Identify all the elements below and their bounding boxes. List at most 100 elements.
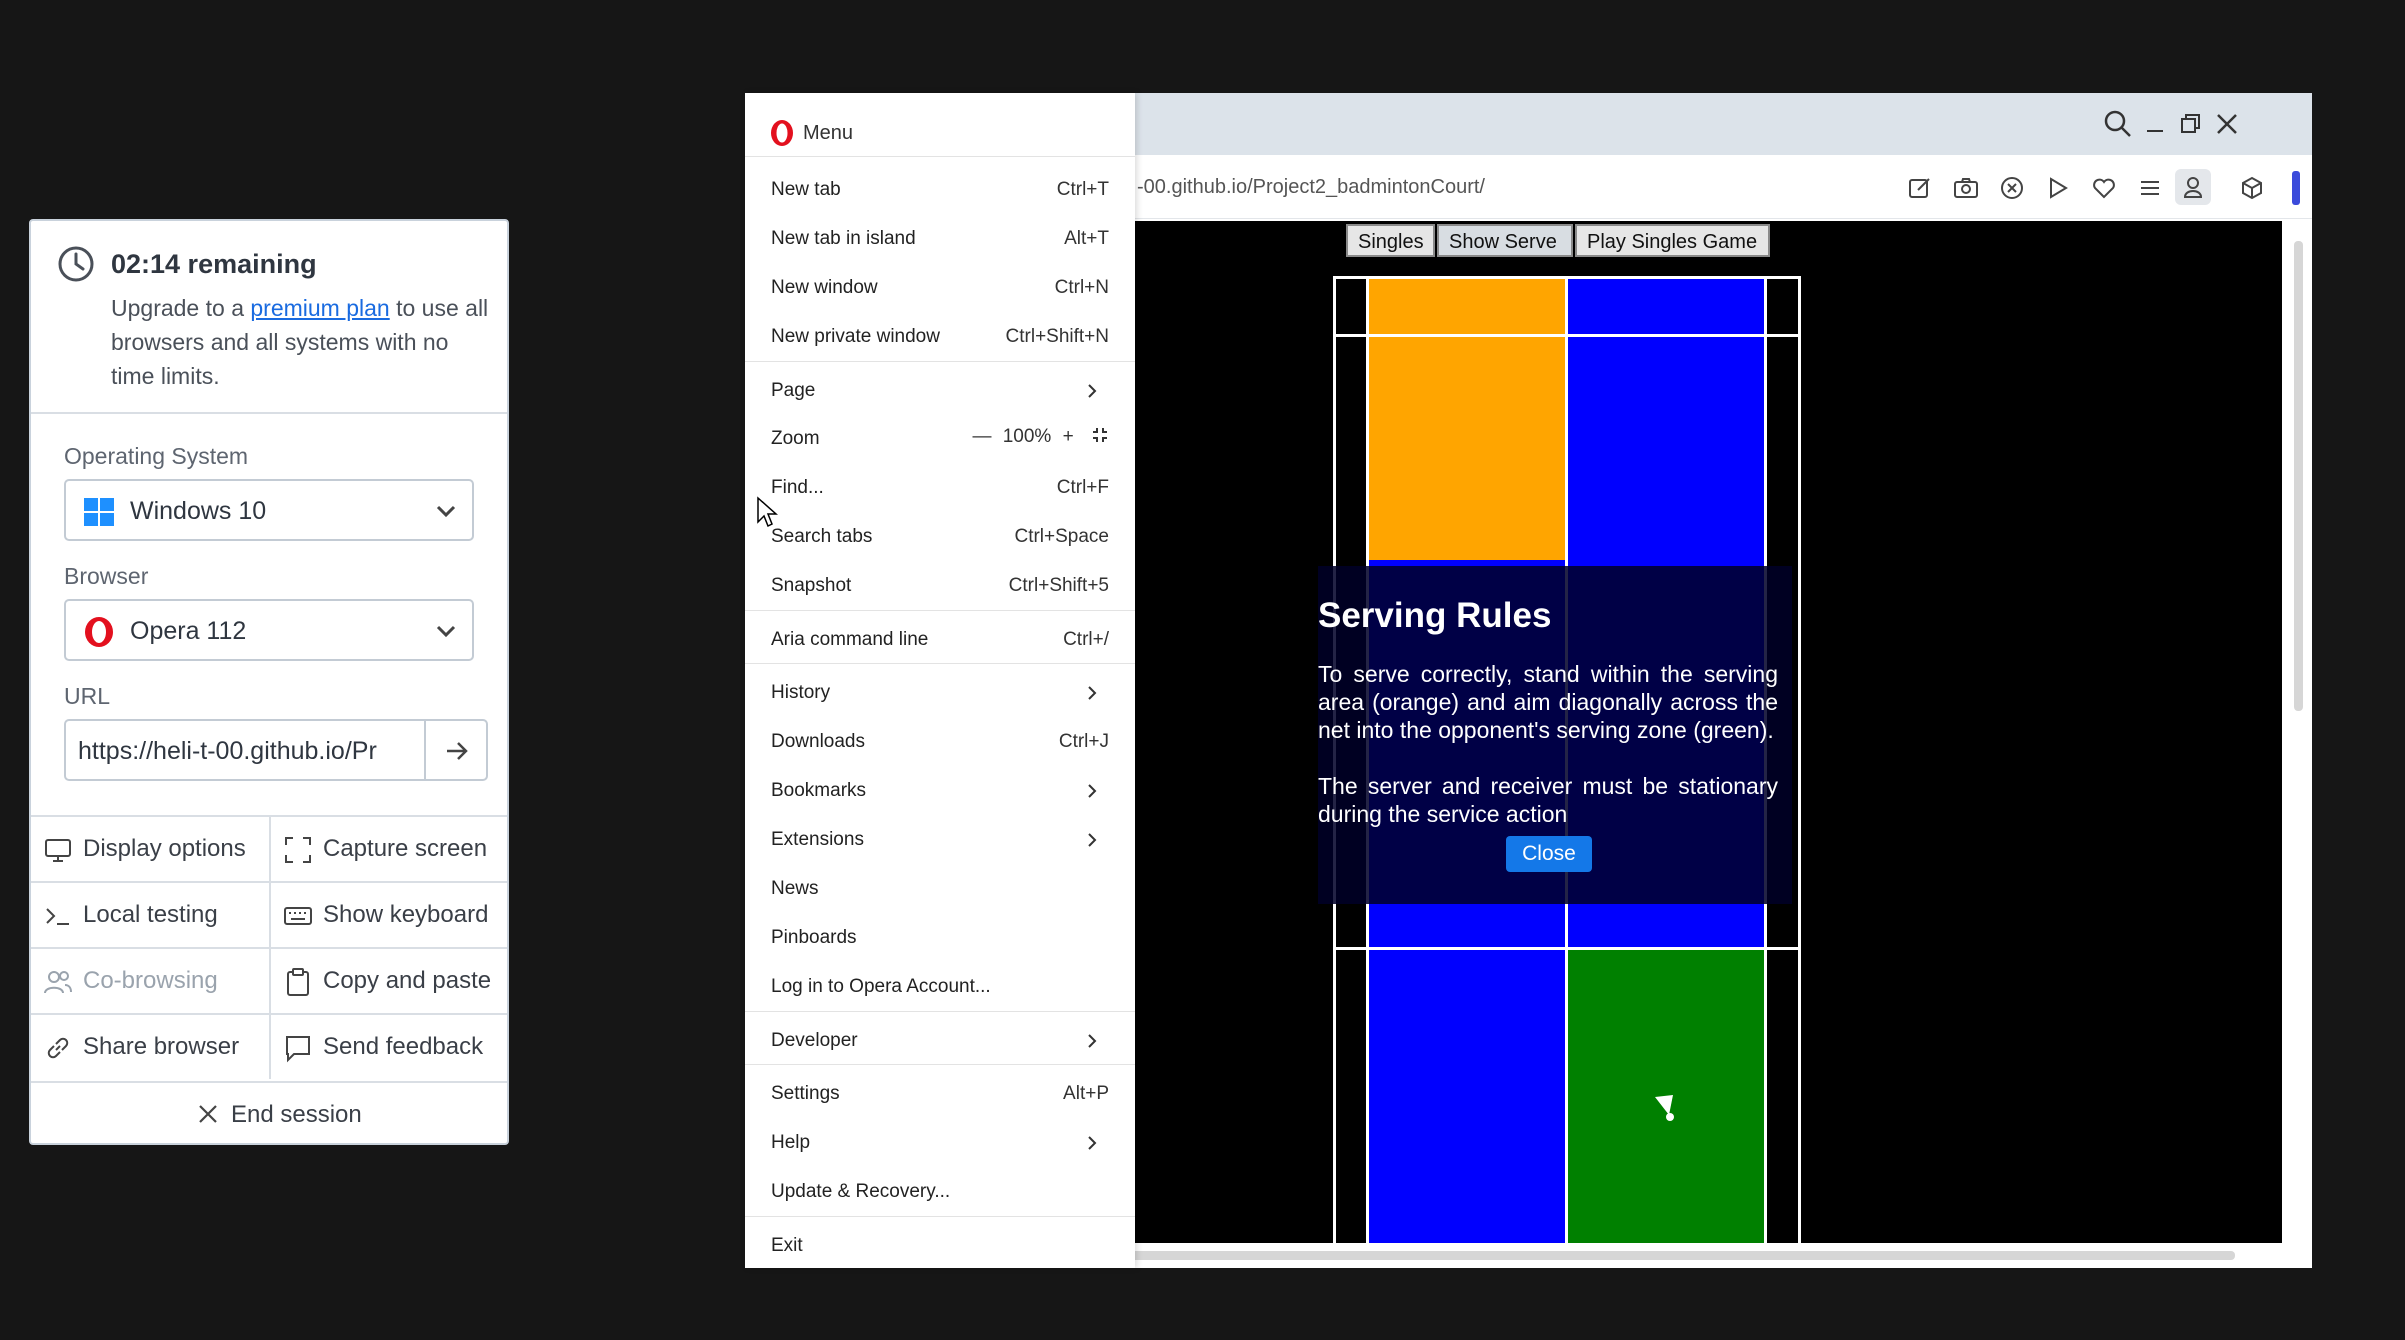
windows-icon <box>84 498 114 526</box>
capture-screen-button[interactable]: Capture screen <box>269 817 507 881</box>
menu-item-developer[interactable]: Developer <box>745 1017 1135 1065</box>
menu-item-news[interactable]: News <box>745 865 1135 913</box>
show-keyboard-button[interactable]: Show keyboard <box>269 883 507 947</box>
os-label: Operating System <box>64 443 249 469</box>
menu-item-label: Help <box>771 1132 811 1153</box>
users-icon <box>44 971 72 994</box>
upgrade-text: Upgrade to a premium plan to use all bro… <box>111 291 491 393</box>
horizontal-scroll-thumb[interactable] <box>1125 1251 2235 1260</box>
menu-item-pinboards[interactable]: Pinboards <box>745 914 1135 962</box>
heart-icon[interactable] <box>2091 175 2117 201</box>
menu-item-snapshot[interactable]: Snapshot Ctrl+Shift+5 <box>745 562 1135 610</box>
menu-item-label: Exit <box>771 1235 803 1256</box>
court-line <box>1333 334 1801 337</box>
address-text[interactable]: -00.github.io/Project2_badmintonCourt/ <box>1137 176 1485 199</box>
zoom-controls: — 100% + <box>972 426 1109 448</box>
modal-paragraph-2: The server and receiver must be stationa… <box>1318 773 1778 827</box>
close-icon <box>199 1105 217 1123</box>
menu-item-new-tab[interactable]: New tab Ctrl+T <box>745 166 1135 214</box>
display-options-button[interactable]: Display options <box>31 817 269 881</box>
singles-button[interactable]: Singles <box>1346 224 1435 257</box>
menu-item-label: New tab <box>771 179 841 200</box>
send-feedback-button[interactable]: Send feedback <box>269 1015 507 1079</box>
menu-item-update-recovery[interactable]: Update & Recovery... <box>745 1168 1135 1216</box>
menu-item-new-tab-island[interactable]: New tab in island Alt+T <box>745 215 1135 263</box>
menu-item-zoom: Zoom — 100% + <box>745 415 1135 463</box>
profile-button[interactable] <box>2175 169 2211 205</box>
serving-area-orange <box>1367 276 1567 560</box>
menu-separator <box>745 1011 1135 1012</box>
menu-item-bookmarks[interactable]: Bookmarks <box>745 767 1135 815</box>
menu-item-aria-command-line[interactable]: Aria command line Ctrl+/ <box>745 616 1135 664</box>
capture-icon <box>285 837 311 863</box>
court-line <box>1333 276 1801 279</box>
menu-item-search-tabs[interactable]: Search tabs Ctrl+Space <box>745 513 1135 561</box>
co-browsing-button[interactable]: Co-browsing <box>31 949 269 1013</box>
capture-screen-label: Capture screen <box>323 835 488 862</box>
time-remaining: 02:14 remaining <box>111 249 317 279</box>
os-select[interactable]: Windows 10 <box>64 479 474 541</box>
vertical-scroll-thumb[interactable] <box>2294 241 2303 711</box>
vertical-scrollbar[interactable] <box>2286 221 2312 1243</box>
profile-icon <box>2183 177 2203 198</box>
menu-item-login[interactable]: Log in to Opera Account... <box>745 963 1135 1011</box>
premium-plan-link[interactable]: premium plan <box>250 295 389 321</box>
url-go-button[interactable] <box>424 719 488 781</box>
share-browser-button[interactable]: Share browser <box>31 1015 269 1079</box>
camera-icon[interactable] <box>1953 175 1979 201</box>
browser-select[interactable]: Opera 112 <box>64 599 474 661</box>
modal-close-button[interactable]: Close <box>1506 836 1592 872</box>
menu-item-shortcut: Ctrl+N <box>1054 277 1109 298</box>
url-input[interactable]: https://heli-t-00.github.io/Pr <box>64 719 426 781</box>
menu-item-help[interactable]: Help <box>745 1119 1135 1167</box>
menu-item-label: New window <box>771 277 878 298</box>
menu-item-find[interactable]: Find... Ctrl+F <box>745 464 1135 512</box>
menu-item-shortcut: Alt+P <box>1063 1083 1109 1104</box>
menu-item-new-private-window[interactable]: New private window Ctrl+Shift+N <box>745 313 1135 361</box>
sidebar-indicator <box>2292 171 2300 205</box>
play-icon[interactable] <box>2045 175 2071 201</box>
end-session-button[interactable]: End session <box>31 1081 507 1145</box>
menu-item-label: Developer <box>771 1030 858 1051</box>
local-testing-button[interactable]: Local testing <box>31 883 269 947</box>
copy-paste-button[interactable]: Copy and paste <box>269 949 507 1013</box>
arrow-right-icon <box>447 742 468 760</box>
zoom-out-button[interactable]: — <box>972 426 991 447</box>
search-icon[interactable] <box>2101 107 2135 141</box>
close-window-icon[interactable] <box>2210 107 2244 141</box>
play-singles-button[interactable]: Play Singles Game <box>1575 224 1770 257</box>
menu-item-new-window[interactable]: New window Ctrl+N <box>745 264 1135 312</box>
edit-icon[interactable] <box>1907 175 1933 201</box>
horizontal-scrollbar[interactable] <box>1125 1243 2312 1268</box>
actions-row-3: Co-browsing Copy and paste <box>31 947 507 1013</box>
cube-icon[interactable] <box>2239 175 2265 201</box>
minimize-icon[interactable] <box>2138 107 2172 141</box>
shield-icon[interactable] <box>1999 175 2025 201</box>
local-testing-label: Local testing <box>83 901 218 928</box>
show-keyboard-label: Show keyboard <box>323 901 489 928</box>
clock-icon <box>58 246 94 282</box>
show-serve-button[interactable]: Show Serve <box>1437 224 1573 257</box>
shuttlecock-cursor-icon <box>1655 1095 1674 1121</box>
menu-item-label: Pinboards <box>771 927 857 948</box>
chevron-right-icon <box>1088 686 1097 700</box>
menu-item-label: Snapshot <box>771 575 852 596</box>
zoom-in-button[interactable]: + <box>1063 426 1074 447</box>
serving-rules-modal: Serving Rules To serve correctly, stand … <box>1318 566 1792 904</box>
menu-item-history[interactable]: History <box>745 669 1135 717</box>
restore-icon[interactable] <box>2173 107 2207 141</box>
display-options-label: Display options <box>83 835 246 862</box>
opera-menu: Menu New tab Ctrl+T New tab in island Alt+… <box>745 93 1135 1268</box>
menu-item-shortcut: Ctrl+J <box>1058 731 1109 752</box>
menu-item-page[interactable]: Page <box>745 367 1135 415</box>
chevron-right-icon <box>1088 784 1097 798</box>
menu-item-shortcut: Ctrl+Space <box>1014 526 1109 547</box>
fullscreen-icon[interactable] <box>1091 426 1109 444</box>
menu-item-extensions[interactable]: Extensions <box>745 816 1135 864</box>
menu-lines-icon[interactable] <box>2137 175 2163 201</box>
menu-item-settings[interactable]: Settings Alt+P <box>745 1070 1135 1118</box>
session-panel: 02:14 remaining Upgrade to a premium pla… <box>29 219 509 1145</box>
menu-item-exit[interactable]: Exit <box>745 1222 1135 1270</box>
menu-item-downloads[interactable]: Downloads Ctrl+J <box>745 718 1135 766</box>
menu-item-label: Find... <box>771 477 824 498</box>
